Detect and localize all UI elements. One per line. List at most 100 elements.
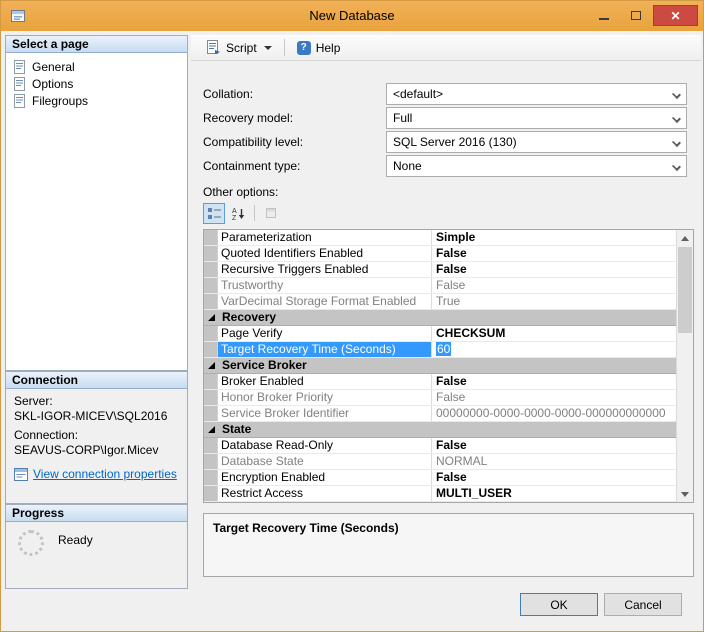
property-name[interactable]: Quoted Identifiers Enabled [218,246,432,261]
help-button-label: Help [316,41,341,55]
grid-row-broker-enabled[interactable]: Broker EnabledFalse [204,374,677,390]
scroll-down-button[interactable] [677,486,693,502]
property-name[interactable]: Encryption Enabled [218,470,432,485]
row-margin [204,374,218,389]
compatibility-level-label: Compatibility level: [203,135,303,149]
grid-row-service-broker-identifier[interactable]: Service Broker Identifier00000000-0000-0… [204,406,677,422]
property-value[interactable]: False [432,278,677,293]
property-value[interactable]: Simple [432,230,677,245]
property-name[interactable]: Service Broker Identifier [218,406,432,421]
row-margin [204,246,218,261]
property-name[interactable]: Recursive Triggers Enabled [218,262,432,277]
property-name[interactable]: Target Recovery Time (Seconds) [218,342,432,357]
grid-row-database-state[interactable]: Database StateNORMAL [204,454,677,470]
property-value[interactable]: False [432,262,677,277]
collation-label: Collation: [203,87,253,101]
property-pages-icon [265,207,278,220]
grid-category-service-broker[interactable]: Service Broker [204,358,677,374]
grid-row-encryption-enabled[interactable]: Encryption EnabledFalse [204,470,677,486]
select-page-header: Select a page [6,36,187,53]
cancel-button[interactable]: Cancel [604,593,682,616]
collation-dropdown[interactable]: <default> [386,83,687,105]
grid-row-honor-broker-priority[interactable]: Honor Broker PriorityFalse [204,390,677,406]
row-margin [204,342,218,357]
minimize-button[interactable] [589,5,618,26]
sidebar-item-options[interactable]: Options [6,75,187,92]
script-button[interactable]: Script [199,37,279,58]
property-name[interactable]: Parameterization [218,230,432,245]
sidebar-item-label: Options [32,77,73,91]
script-icon [206,40,221,55]
scrollbar-thumb[interactable] [678,247,692,333]
grid-row-page-verify[interactable]: Page VerifyCHECKSUM [204,326,677,342]
close-button[interactable]: ✕ [653,5,698,26]
grid-row-database-read-only[interactable]: Database Read-OnlyFalse [204,438,677,454]
maximize-button[interactable] [621,5,650,26]
containment-type-value: None [393,159,422,173]
grid-row-parameterization[interactable]: ParameterizationSimple [204,230,677,246]
sidebar-item-label: General [32,60,75,74]
scroll-up-button[interactable] [677,230,693,246]
help-button[interactable]: ? Help [290,38,348,58]
sidebar-item-general[interactable]: General [6,58,187,75]
titlebar[interactable]: New Database ✕ [1,1,703,31]
property-value[interactable]: True [432,294,677,309]
property-name[interactable]: Database Read-Only [218,438,432,453]
grid-category-state[interactable]: State [204,422,677,438]
property-value[interactable]: False [432,470,677,485]
property-name[interactable]: Restrict Access [218,486,432,501]
connection-header: Connection [6,372,187,389]
row-margin [204,262,218,277]
view-connection-properties-link[interactable]: View connection properties [33,467,177,481]
new-database-dialog: New Database ✕ Select a page General Opt… [0,0,704,632]
category-label: State [218,422,677,437]
property-name[interactable]: Trustworthy [218,278,432,293]
recovery-model-value: Full [393,111,412,125]
server-value: SKL-IGOR-MICEV\SQL2016 [14,409,187,423]
vertical-scrollbar[interactable] [676,230,693,502]
ok-button[interactable]: OK [520,593,598,616]
containment-type-dropdown[interactable]: None [386,155,687,177]
property-value[interactable]: False [432,390,677,405]
toolbar-separator [254,205,255,221]
collation-value: <default> [393,87,443,101]
property-name[interactable]: Honor Broker Priority [218,390,432,405]
grid-row-recursive-triggers-enabled[interactable]: Recursive Triggers EnabledFalse [204,262,677,278]
category-label: Recovery [218,310,677,325]
property-value[interactable]: False [432,438,677,453]
property-name[interactable]: Broker Enabled [218,374,432,389]
property-value[interactable]: 00000000-0000-0000-0000-000000000000 [432,406,677,421]
chevron-down-icon [672,162,681,171]
main-toolbar: Script ? Help [191,35,701,61]
alphabetical-sort-button[interactable]: AZ [227,203,249,224]
category-expanded-icon[interactable] [208,362,215,369]
property-value[interactable]: 60 [432,342,677,357]
recovery-model-dropdown[interactable]: Full [386,107,687,129]
property-name[interactable]: Database State [218,454,432,469]
compatibility-level-dropdown[interactable]: SQL Server 2016 (130) [386,131,687,153]
grid-category-recovery[interactable]: Recovery [204,310,677,326]
row-margin [204,454,218,469]
categorized-button[interactable] [203,203,225,224]
row-margin [204,486,218,501]
category-expanded-icon[interactable] [208,314,215,321]
close-icon: ✕ [670,9,680,23]
category-expanded-icon[interactable] [208,426,215,433]
grid-row-restrict-access[interactable]: Restrict AccessMULTI_USER [204,486,677,502]
property-value[interactable]: False [432,374,677,389]
property-pages-button[interactable] [260,203,282,224]
grid-row-trustworthy[interactable]: TrustworthyFalse [204,278,677,294]
property-name[interactable]: VarDecimal Storage Format Enabled [218,294,432,309]
property-name[interactable]: Page Verify [218,326,432,341]
page-icon [14,60,27,74]
property-value[interactable]: NORMAL [432,454,677,469]
property-value[interactable]: False [432,246,677,261]
grid-row-quoted-identifiers-enabled[interactable]: Quoted Identifiers EnabledFalse [204,246,677,262]
page-icon [14,94,27,108]
page-icon [14,77,27,91]
sidebar-item-filegroups[interactable]: Filegroups [6,92,187,109]
property-value[interactable]: MULTI_USER [432,486,677,501]
property-value[interactable]: CHECKSUM [432,326,677,341]
grid-row-target-recovery-time-seconds[interactable]: Target Recovery Time (Seconds)60 [204,342,677,358]
grid-row-vardecimal-storage-format-enabled[interactable]: VarDecimal Storage Format EnabledTrue [204,294,677,310]
